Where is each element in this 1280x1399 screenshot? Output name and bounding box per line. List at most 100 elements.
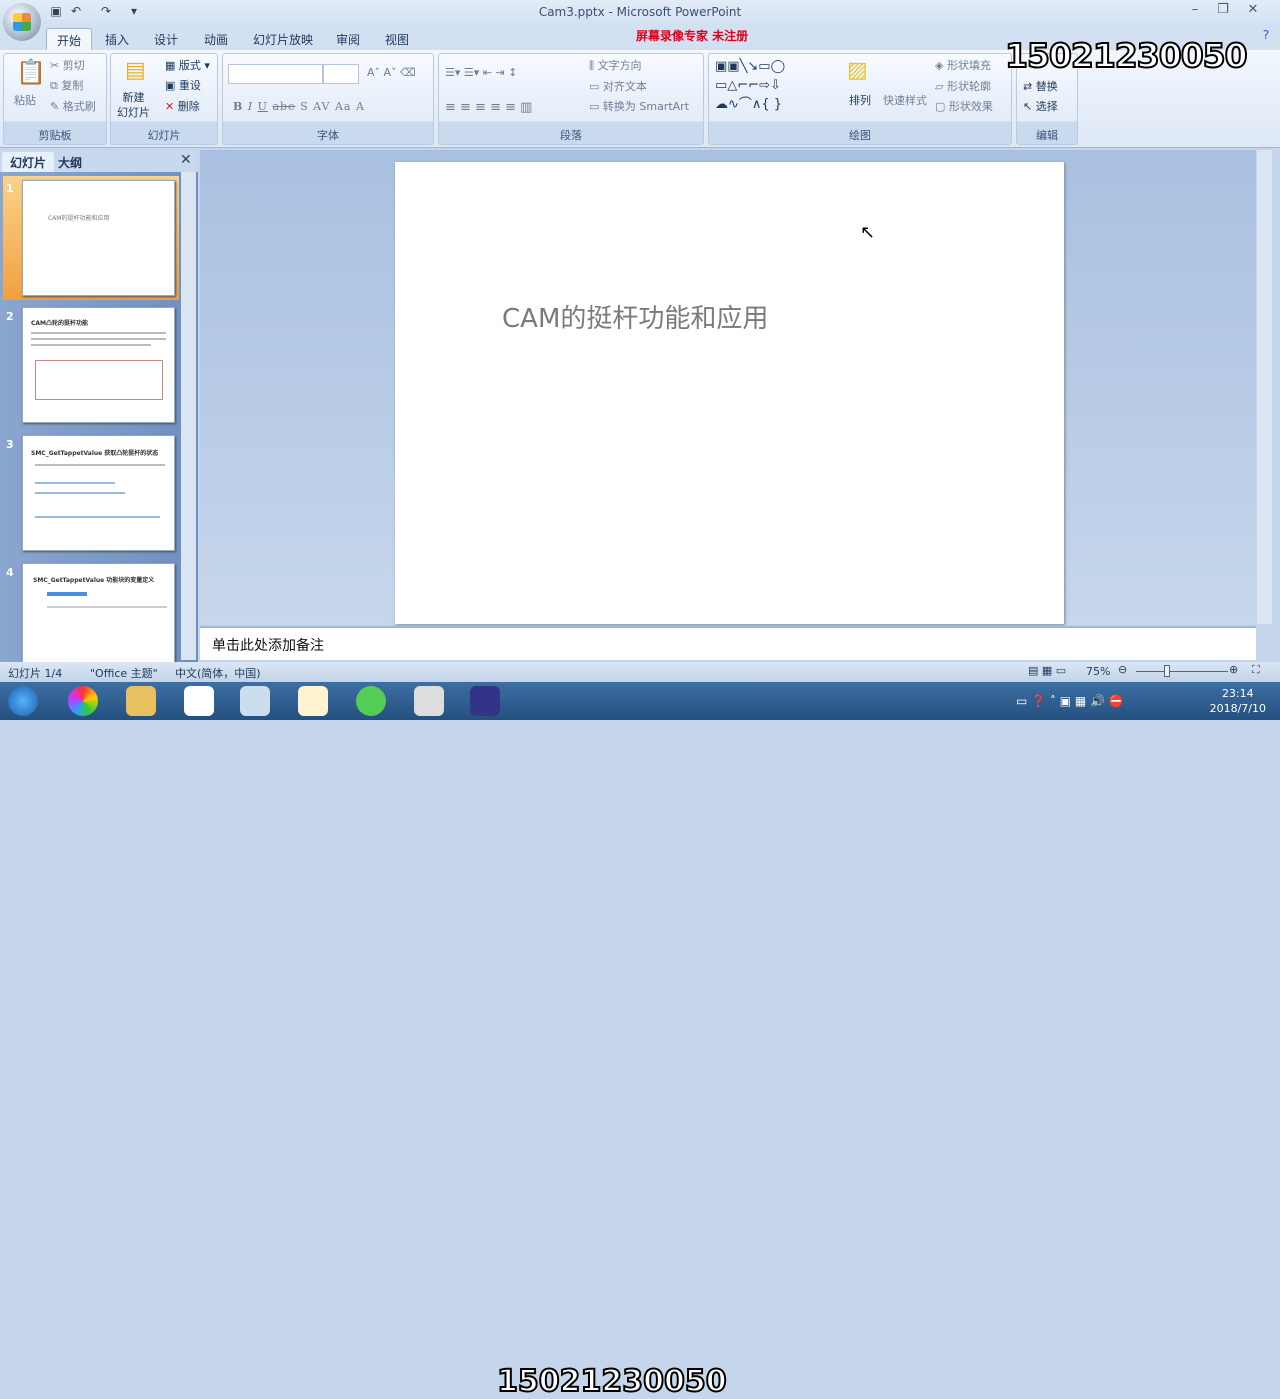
layout-button[interactable]: ▦ 版式 ▾ [165, 57, 210, 73]
font-size-select[interactable] [323, 64, 359, 84]
notes-placeholder: 单击此处添加备注 [212, 638, 324, 654]
tab-review[interactable]: 审阅 [326, 28, 370, 50]
bold-button[interactable]: B [233, 100, 243, 113]
slide-thumbnail-2[interactable]: CAM凸轮的挺杆功能 [22, 307, 175, 423]
reset-button[interactable]: ▣ 重设 [165, 77, 201, 93]
panel-tabs: 幻灯片 大纲 ✕ [0, 150, 198, 172]
panel-scrollbar[interactable] [181, 172, 196, 660]
replace-button[interactable]: ⇄ 替换 [1023, 78, 1058, 94]
customize-qat-icon[interactable]: ▾ [126, 4, 142, 20]
zoom-out-button[interactable]: ⊖ [1118, 663, 1127, 676]
list-buttons[interactable]: ☰▾ ☰▾ ⇤ ⇥ ↕ [445, 66, 517, 79]
close-panel-icon[interactable]: ✕ [180, 152, 192, 168]
editing-label: 编辑 [1036, 129, 1058, 142]
copy-icon: ⧉ [50, 79, 58, 92]
taskbar-app-icon[interactable] [470, 686, 500, 716]
thumb-text-line [35, 464, 165, 466]
minimize-button[interactable]: – [1182, 2, 1208, 20]
slide-thumbnail-1[interactable]: CAM的挺杆功能和应用 [22, 180, 175, 296]
slide-thumbnail-3[interactable]: SMC_GetTappetValue 获取凸轮挺杆的状态 [22, 435, 175, 551]
font-name-select[interactable] [228, 64, 323, 84]
wechat-icon[interactable] [356, 686, 386, 716]
spacing-button[interactable]: AV [313, 100, 330, 113]
mouse-cursor-icon: ↖ [860, 222, 876, 243]
search-app-icon[interactable] [298, 686, 328, 716]
tab-home[interactable]: 开始 [46, 28, 93, 50]
paste-icon: 📋 [16, 58, 46, 86]
office-button[interactable] [3, 3, 41, 41]
shadow-button[interactable]: S [300, 100, 309, 113]
underline-button[interactable]: U [258, 100, 268, 113]
cut-button[interactable]: ✂ 剪切 [50, 57, 85, 73]
thumb-title: CAM凸轮的挺杆功能 [31, 320, 89, 327]
new-slide-button[interactable]: 新建 幻灯片 [117, 90, 150, 120]
fit-to-window-button[interactable]: ⛶ [1252, 663, 1260, 677]
group-slides: ▤ 新建 幻灯片 ▦ 版式 ▾ ▣ 重设 ✕ 删除 幻灯片 [110, 53, 218, 145]
select-button[interactable]: ↖ 选择 [1023, 98, 1058, 114]
strikethrough-button[interactable]: abe [272, 100, 295, 113]
font-color-button[interactable]: A [356, 100, 365, 113]
smartart-button[interactable]: ▭ 转换为 SmartArt [589, 98, 689, 114]
arrange-button[interactable]: 排列 [849, 92, 871, 108]
tab-slideshow[interactable]: 幻灯片放映 [243, 28, 323, 50]
cut-label: 剪切 [62, 59, 85, 72]
shape-fill-button[interactable]: ◈ 形状填充 [935, 57, 991, 73]
delete-label: 删除 [177, 100, 200, 113]
slide-title[interactable]: CAM的挺杆功能和应用 [502, 298, 768, 335]
theme-name: "Office 主题" [90, 667, 158, 680]
slide-scrollbar[interactable] [1257, 150, 1272, 624]
help-icon[interactable]: ? [1258, 28, 1274, 44]
slide-thumbnail-4[interactable]: SMC_GetTappetValue 功能块的变量定义 [22, 563, 175, 663]
italic-button[interactable]: I [248, 100, 253, 113]
tab-slides[interactable]: 幻灯片 [2, 152, 55, 172]
calculator-icon[interactable] [240, 686, 270, 716]
language-indicator[interactable]: 中文(简体，中国) [175, 665, 261, 681]
change-case-button[interactable]: Aa [335, 100, 352, 113]
save-icon[interactable]: ▣ [48, 4, 64, 20]
quick-styles-button[interactable]: 快速样式 [883, 92, 927, 108]
shape-outline-button[interactable]: ▱ 形状轮廓 [935, 78, 991, 94]
redo-icon[interactable]: ↷ [98, 4, 114, 20]
shape-effects-button[interactable]: ▢ 形状效果 [935, 98, 993, 114]
thumb-text-line [31, 332, 166, 334]
start-button[interactable] [8, 686, 38, 716]
delete-icon: ✕ [165, 100, 175, 113]
tab-outline[interactable]: 大纲 [50, 152, 90, 172]
tab-insert[interactable]: 插入 [95, 28, 139, 50]
close-button[interactable]: ✕ [1240, 2, 1266, 20]
restore-button[interactable]: ❐ [1210, 2, 1236, 20]
tab-view[interactable]: 视图 [375, 28, 419, 50]
undo-icon[interactable]: ↶ [68, 4, 84, 20]
thumb-text-line [31, 344, 151, 346]
file-explorer-icon[interactable] [126, 686, 156, 716]
align-text-button[interactable]: ▭ 对齐文本 [589, 78, 647, 94]
zoom-level[interactable]: 75% [1086, 665, 1110, 678]
snipping-tool-icon[interactable] [414, 686, 444, 716]
align-buttons[interactable]: ≡ ≡ ≡ ≡ ≡ ▥ [445, 100, 532, 115]
view-buttons[interactable]: ▤ ▦ ▭ [1028, 664, 1066, 677]
slide-canvas[interactable] [395, 162, 1064, 624]
zoom-slider[interactable] [1136, 671, 1228, 672]
notes-pane[interactable]: 单击此处添加备注 [200, 626, 1256, 660]
arrange-icon: ▨ [847, 58, 868, 83]
clock[interactable]: 23:14 2018/7/10 [1210, 686, 1266, 716]
taskbar-app-icon[interactable] [68, 686, 98, 716]
tab-design[interactable]: 设计 [144, 28, 188, 50]
shapes-gallery[interactable]: ▣▣╲↘▭◯ ▭△⌐⌐⇨⇩ ☁∿⌒∧{ } [715, 57, 785, 114]
baidu-netdisk-icon[interactable] [184, 686, 214, 716]
system-tray-icons[interactable]: ▭ ❓ ˄ ▣ ▦ 🔊 ⛔ [1016, 694, 1124, 708]
thumb-title: CAM的挺杆功能和应用 [48, 215, 110, 222]
format-painter-button[interactable]: ✎ 格式刷 [50, 98, 96, 114]
drawing-label: 绘图 [849, 129, 871, 142]
text-direction-button[interactable]: ⫼ 文字方向 [589, 57, 642, 73]
paste-button[interactable]: 粘贴 [14, 92, 36, 108]
tab-animations[interactable]: 动画 [194, 28, 238, 50]
zoom-in-button[interactable]: ⊕ [1229, 663, 1238, 676]
delete-button[interactable]: ✕ 删除 [165, 98, 200, 114]
zoom-slider-thumb[interactable] [1164, 665, 1170, 677]
font-format-buttons[interactable]: B I U abe S AV Aa A [233, 100, 365, 113]
grow-font-button[interactable]: A˄ A˅ ⌫ [367, 66, 416, 79]
recorder-watermark: 屏幕录像专家 未注册 [636, 29, 749, 43]
copy-button[interactable]: ⧉ 复制 [50, 77, 83, 93]
shape-fill-label: 形状填充 [946, 59, 991, 72]
